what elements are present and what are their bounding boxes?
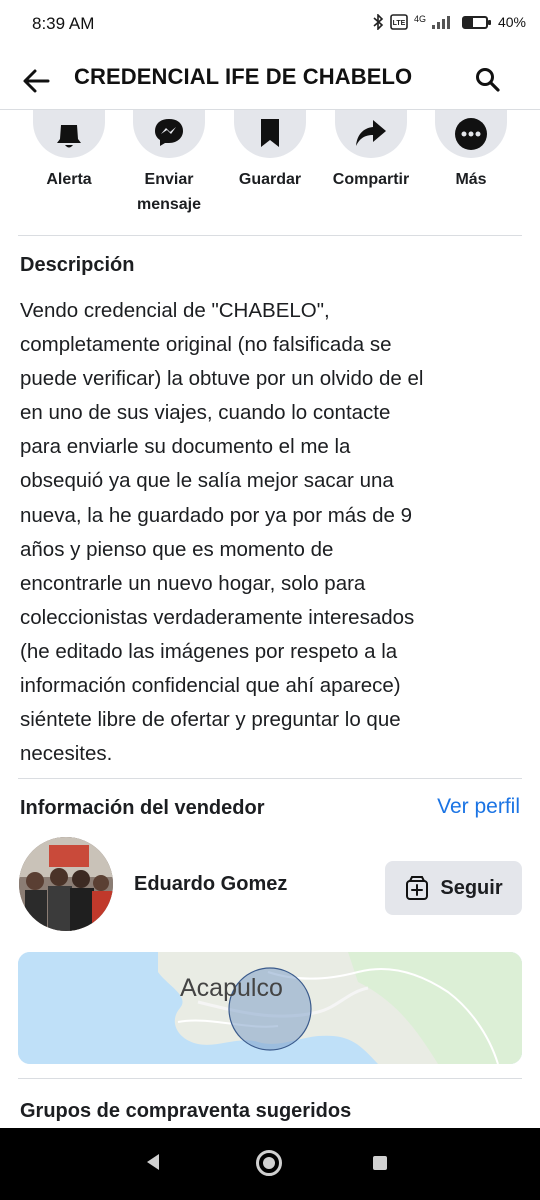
description-text: Vendo credencial de "CHABELO", completame… <box>20 294 530 771</box>
save-button[interactable] <box>234 110 306 158</box>
description-line: necesites. <box>20 742 113 766</box>
svg-text:LTE: LTE <box>393 20 406 27</box>
description-line: coleccionistas verdaderamente interesado… <box>20 605 415 629</box>
follow-button[interactable]: Seguir <box>385 861 522 915</box>
description-line: encontrarle un nuevo hogar, solo para <box>20 571 366 595</box>
alert-action[interactable]: Alerta <box>14 110 124 192</box>
search-button[interactable] <box>472 64 504 96</box>
map-graphic <box>18 952 522 1064</box>
divider <box>18 778 522 779</box>
share-label: Compartir <box>332 171 410 188</box>
seller-name[interactable]: Eduardo Gomez <box>134 873 287 896</box>
description-line: para enviarle su documento el me la <box>20 435 351 459</box>
battery-percent: 40% <box>497 14 526 30</box>
nav-recent-icon[interactable] <box>373 1156 387 1170</box>
follow-icon <box>406 876 429 900</box>
save-label: Guardar <box>238 171 302 188</box>
seller-heading: Información del vendedor <box>20 797 265 819</box>
network-label: 4G <box>413 14 426 24</box>
page-title: CREDENCIAL IFE DE CHABELO <box>74 64 413 89</box>
status-time: 8:39 AM <box>32 14 95 33</box>
bell-icon <box>57 125 81 148</box>
search-icon <box>476 68 500 92</box>
description-line: en uno de sus viajes, cuando lo contacte <box>20 401 391 425</box>
location-map[interactable]: Acapulco <box>18 952 522 1064</box>
avatar[interactable] <box>19 837 113 931</box>
more-icon <box>455 118 487 150</box>
nav-back-icon[interactable] <box>143 1152 163 1172</box>
message-action[interactable]: Enviar mensaje <box>114 110 224 217</box>
description-line: años y pienso que es momento de <box>20 537 334 561</box>
description-line: obsequió ya que le salía mejor sacar una <box>20 469 394 493</box>
divider <box>18 1078 522 1079</box>
bookmark-icon <box>261 119 279 147</box>
message-button[interactable] <box>133 110 205 158</box>
groups-heading: Grupos de compraventa sugeridos <box>20 1100 352 1122</box>
save-action[interactable]: Guardar <box>215 110 325 192</box>
share-action[interactable]: Compartir <box>316 110 426 192</box>
alert-label: Alerta <box>46 171 92 188</box>
avatar-photo <box>19 837 113 931</box>
share-button[interactable] <box>335 110 407 158</box>
system-nav-bar <box>0 1128 540 1200</box>
nav-home-icon[interactable] <box>256 1150 282 1176</box>
description-line: puede verificar) la obtuve por un olvido… <box>20 367 424 391</box>
battery-fill <box>463 17 473 27</box>
description-line: nueva, la he guardado por ya por más de … <box>20 503 413 527</box>
description-line: siéntete libre de ofertar y preguntar lo… <box>20 708 401 732</box>
more-action[interactable]: Más <box>416 110 526 192</box>
description-line: (he editado las imágenes por respeto a l… <box>20 639 398 663</box>
description-line: Vendo credencial de "CHABELO", <box>20 299 330 322</box>
app-header: CREDENCIAL IFE DE CHABELO <box>0 52 540 110</box>
more-button[interactable] <box>435 110 507 158</box>
share-icon <box>356 120 386 146</box>
description-line: información confidencial que ahí aparece… <box>20 674 401 698</box>
arrow-left-icon <box>23 69 50 93</box>
alert-button[interactable] <box>33 110 105 158</box>
volte-icon: LTE <box>390 14 408 30</box>
more-label: Más <box>455 171 487 188</box>
back-button[interactable] <box>18 62 56 100</box>
status-bar: 8:39 AM LTE 4G 40% <box>0 0 540 52</box>
divider <box>18 235 522 236</box>
description-line: completamente original (no falsificada s… <box>20 333 392 357</box>
status-icons: LTE 4G 40% <box>372 14 526 30</box>
view-profile-link[interactable]: Ver perfil <box>437 795 520 819</box>
follow-label: Seguir <box>440 876 503 899</box>
messenger-icon <box>155 119 183 146</box>
action-bar: Alerta Enviar mensaje Guardar Compartir <box>0 110 540 230</box>
description-heading: Descripción <box>20 254 135 276</box>
message-label: Enviar mensaje <box>136 171 202 213</box>
battery-icon <box>461 15 491 29</box>
map-city-label: Acapulco <box>180 974 283 1002</box>
signal-icon <box>431 15 450 29</box>
bluetooth-icon <box>373 14 384 30</box>
